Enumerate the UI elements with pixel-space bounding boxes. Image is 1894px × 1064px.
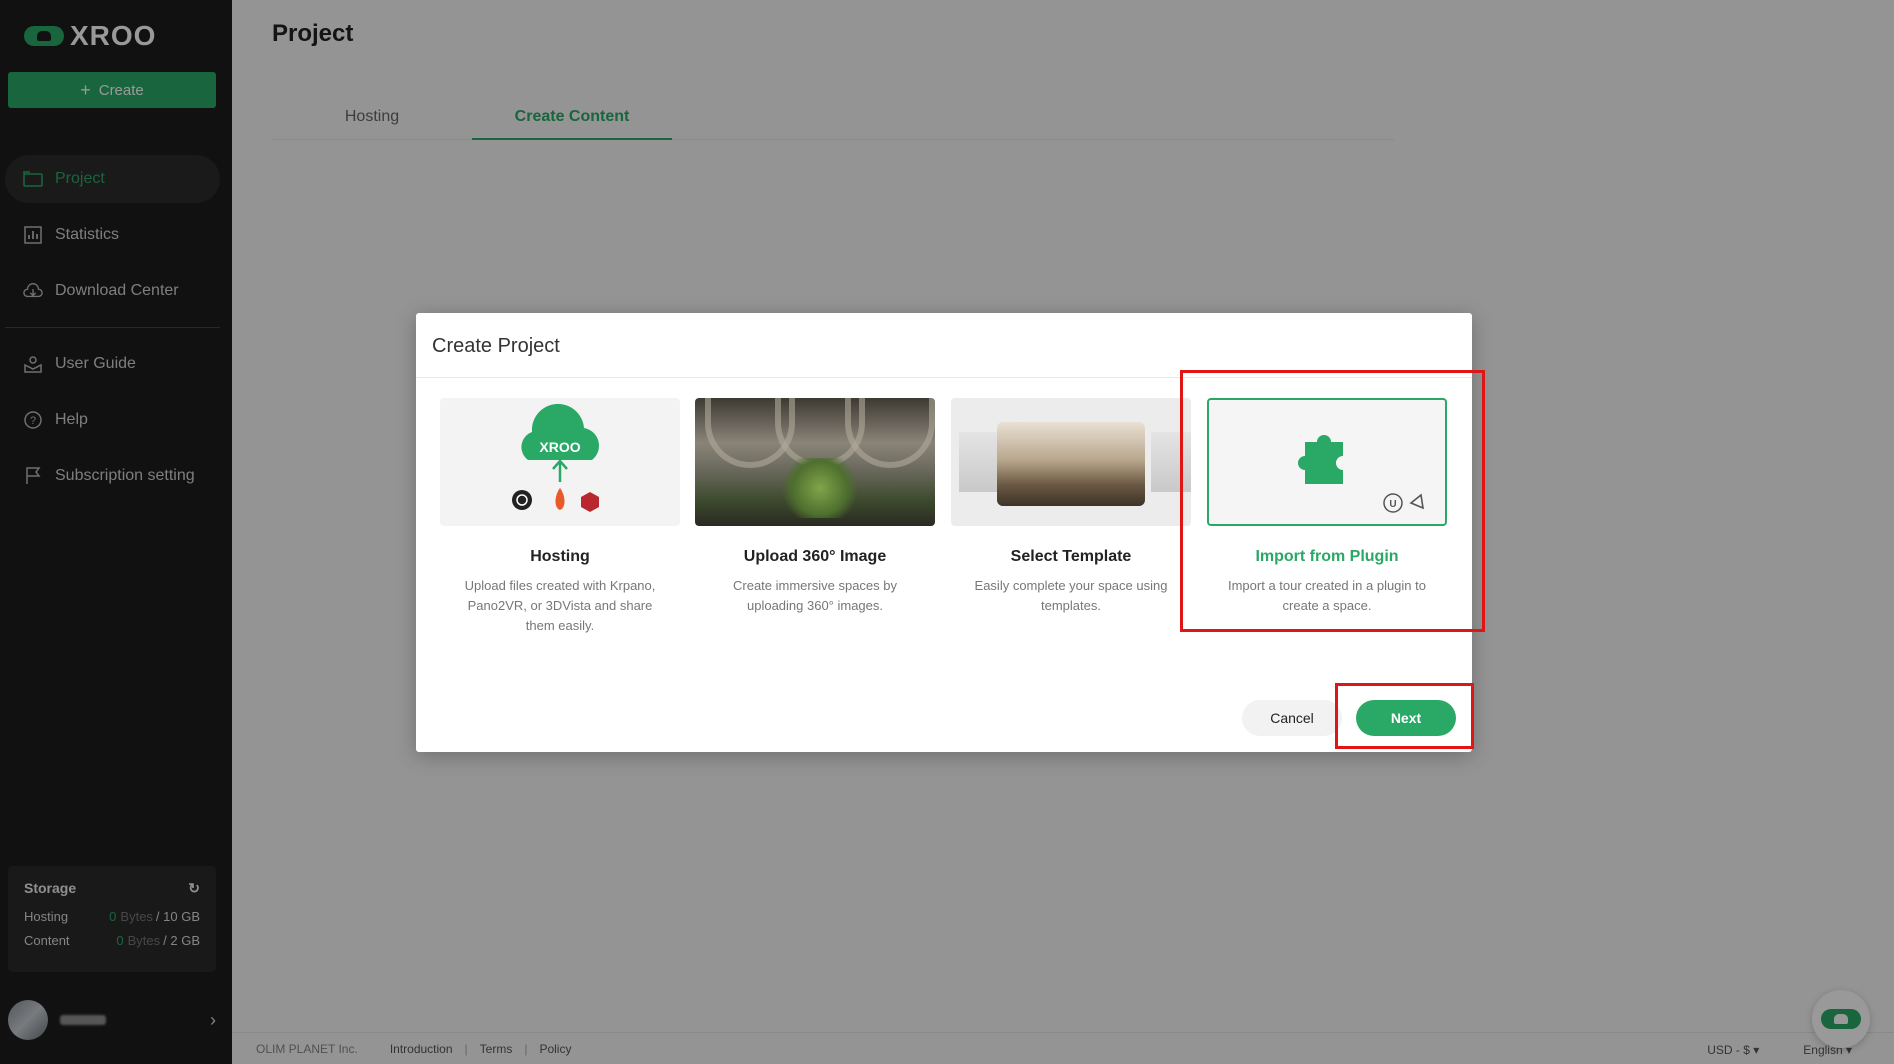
cloud-badge-text: XROO [539,439,580,455]
card-description: Upload files created with Krpano, Pano2V… [464,578,656,633]
highlight-box-next-button [1335,683,1474,749]
cancel-button[interactable]: Cancel [1242,700,1342,736]
card-title: Upload 360° Image [743,548,887,565]
card-upload-360[interactable]: Upload 360° Image Create immersive space… [695,398,935,616]
card-hosting[interactable]: XROO Hosting Upload files created with K… [440,398,680,636]
template-image [951,398,1191,526]
modal-title: Create Project [432,335,560,357]
panorama-image [695,398,935,526]
highlight-box-plugin-card [1180,370,1485,632]
card-title: Select Template [1010,548,1132,565]
card-select-template[interactable]: Select Template Easily complete your spa… [951,398,1191,616]
card-description: Easily complete your space using templat… [974,578,1168,613]
card-description: Create immersive spaces by uploading 360… [733,578,897,613]
hosting-illustration: XROO [440,398,680,526]
card-title: Hosting [530,548,590,565]
